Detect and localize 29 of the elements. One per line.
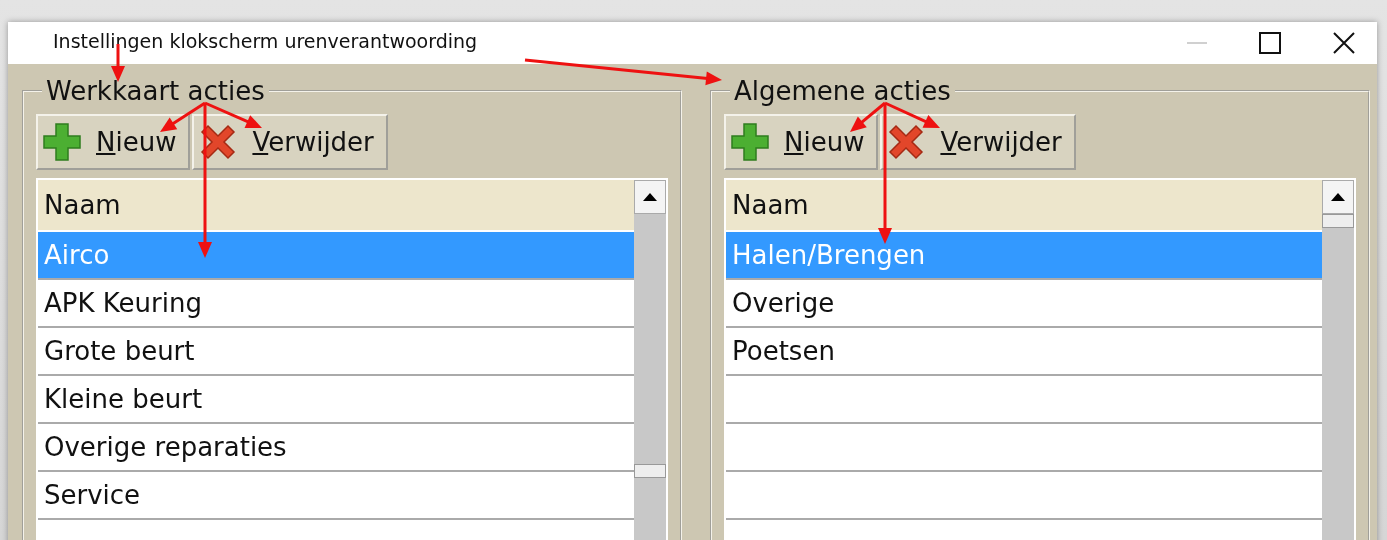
new-button[interactable]: Nieuw	[724, 114, 879, 170]
up-triangle-icon	[1331, 193, 1345, 201]
group-title: Werkkaart acties	[45, 76, 266, 106]
list-row[interactable]: Overige reparaties	[38, 424, 634, 472]
window-title: Instellingen klokscherm urenverantwoording	[53, 30, 478, 52]
list-row[interactable]: Poetsen	[726, 328, 1322, 376]
scrollbar[interactable]	[1322, 180, 1354, 540]
list-row[interactable]: Kleine beurt	[38, 376, 634, 424]
new-button[interactable]: Nieuw	[36, 114, 191, 170]
group-title: Algemene acties	[733, 76, 952, 106]
list-row[interactable]: Service	[38, 472, 634, 520]
column-header[interactable]: Naam	[726, 180, 1322, 232]
list-row[interactable]: Overige	[726, 280, 1322, 328]
list-row[interactable]: Grote beurt	[38, 328, 634, 376]
delete-button[interactable]: Verwijder	[192, 114, 388, 170]
scroll-up-button[interactable]	[1322, 180, 1354, 214]
up-triangle-icon	[643, 193, 657, 201]
scrollbar[interactable]	[634, 180, 666, 540]
scroll-thumb[interactable]	[1322, 214, 1354, 228]
plus-icon	[730, 122, 770, 162]
column-header[interactable]: Naam	[38, 180, 634, 232]
list-row[interactable]: APK Keuring	[38, 280, 634, 328]
close-icon[interactable]	[1333, 32, 1355, 54]
scroll-thumb[interactable]	[634, 464, 666, 478]
maximize-icon[interactable]	[1259, 32, 1281, 54]
scroll-up-button[interactable]	[634, 180, 666, 214]
delete-button[interactable]: Verwijder	[880, 114, 1076, 170]
plus-icon	[42, 122, 82, 162]
minimize-icon[interactable]	[1187, 41, 1207, 45]
